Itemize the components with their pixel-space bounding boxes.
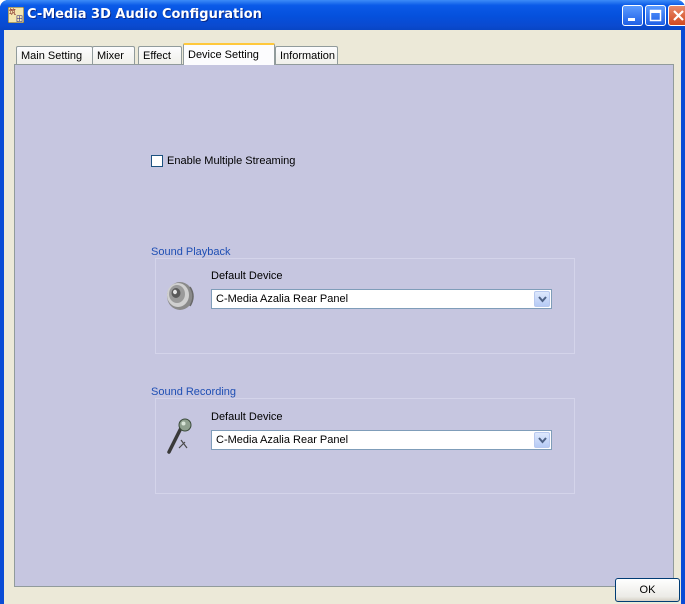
- tab-label: Information: [280, 50, 336, 62]
- app-window: 筑 田 C-Media 3D Audio Configuration Main …: [0, 0, 685, 604]
- ok-button[interactable]: OK: [615, 578, 680, 602]
- recording-dropdown-button[interactable]: [534, 432, 550, 448]
- sound-recording-title: Sound Recording: [151, 386, 237, 398]
- playback-dropdown-button[interactable]: [534, 291, 550, 307]
- svg-text:筑: 筑: [9, 7, 16, 16]
- minimize-button[interactable]: [622, 5, 643, 26]
- maximize-button[interactable]: [645, 5, 666, 26]
- device-setting-panel: Enable Multiple Streaming Sound Playback…: [14, 64, 674, 587]
- playback-device-value: C-Media Azalia Rear Panel: [216, 293, 349, 305]
- tab-label: Mixer: [97, 50, 124, 62]
- tab-device-setting[interactable]: Device Setting: [183, 43, 275, 65]
- dialog-client-area: Main Setting Mixer Effect Device Setting…: [4, 30, 681, 604]
- tab-effect[interactable]: Effect: [138, 46, 182, 64]
- chevron-down-icon: [538, 437, 547, 444]
- sound-playback-title: Sound Playback: [151, 246, 231, 258]
- tab-mixer[interactable]: Mixer: [92, 46, 135, 64]
- tab-label: Effect: [143, 50, 171, 62]
- close-button[interactable]: [668, 5, 685, 26]
- app-icon: 筑 田: [8, 7, 24, 23]
- tab-label: Device Setting: [188, 49, 259, 61]
- recording-default-device-label: Default Device: [211, 411, 283, 423]
- checkbox-box[interactable]: [151, 155, 163, 167]
- chevron-down-icon: [538, 296, 547, 303]
- speaker-icon: [167, 282, 194, 310]
- window-title: C-Media 3D Audio Configuration: [27, 7, 262, 22]
- tab-main-setting[interactable]: Main Setting: [16, 46, 93, 64]
- recording-device-dropdown[interactable]: C-Media Azalia Rear Panel: [211, 430, 552, 450]
- recording-device-value: C-Media Azalia Rear Panel: [216, 434, 349, 446]
- title-bar[interactable]: 筑 田 C-Media 3D Audio Configuration: [0, 0, 685, 30]
- enable-multiple-streaming-label: Enable Multiple Streaming: [167, 155, 296, 167]
- svg-text:田: 田: [16, 15, 23, 23]
- minimize-icon: [628, 18, 635, 21]
- enable-multiple-streaming-checkbox[interactable]: Enable Multiple Streaming: [151, 155, 295, 167]
- tab-information[interactable]: Information: [275, 46, 338, 64]
- maximize-icon: [649, 9, 662, 22]
- microphone-icon: [167, 418, 192, 454]
- playback-device-dropdown[interactable]: C-Media Azalia Rear Panel: [211, 289, 552, 309]
- tab-label: Main Setting: [21, 50, 83, 62]
- playback-default-device-label: Default Device: [211, 270, 283, 282]
- close-icon: [673, 10, 684, 21]
